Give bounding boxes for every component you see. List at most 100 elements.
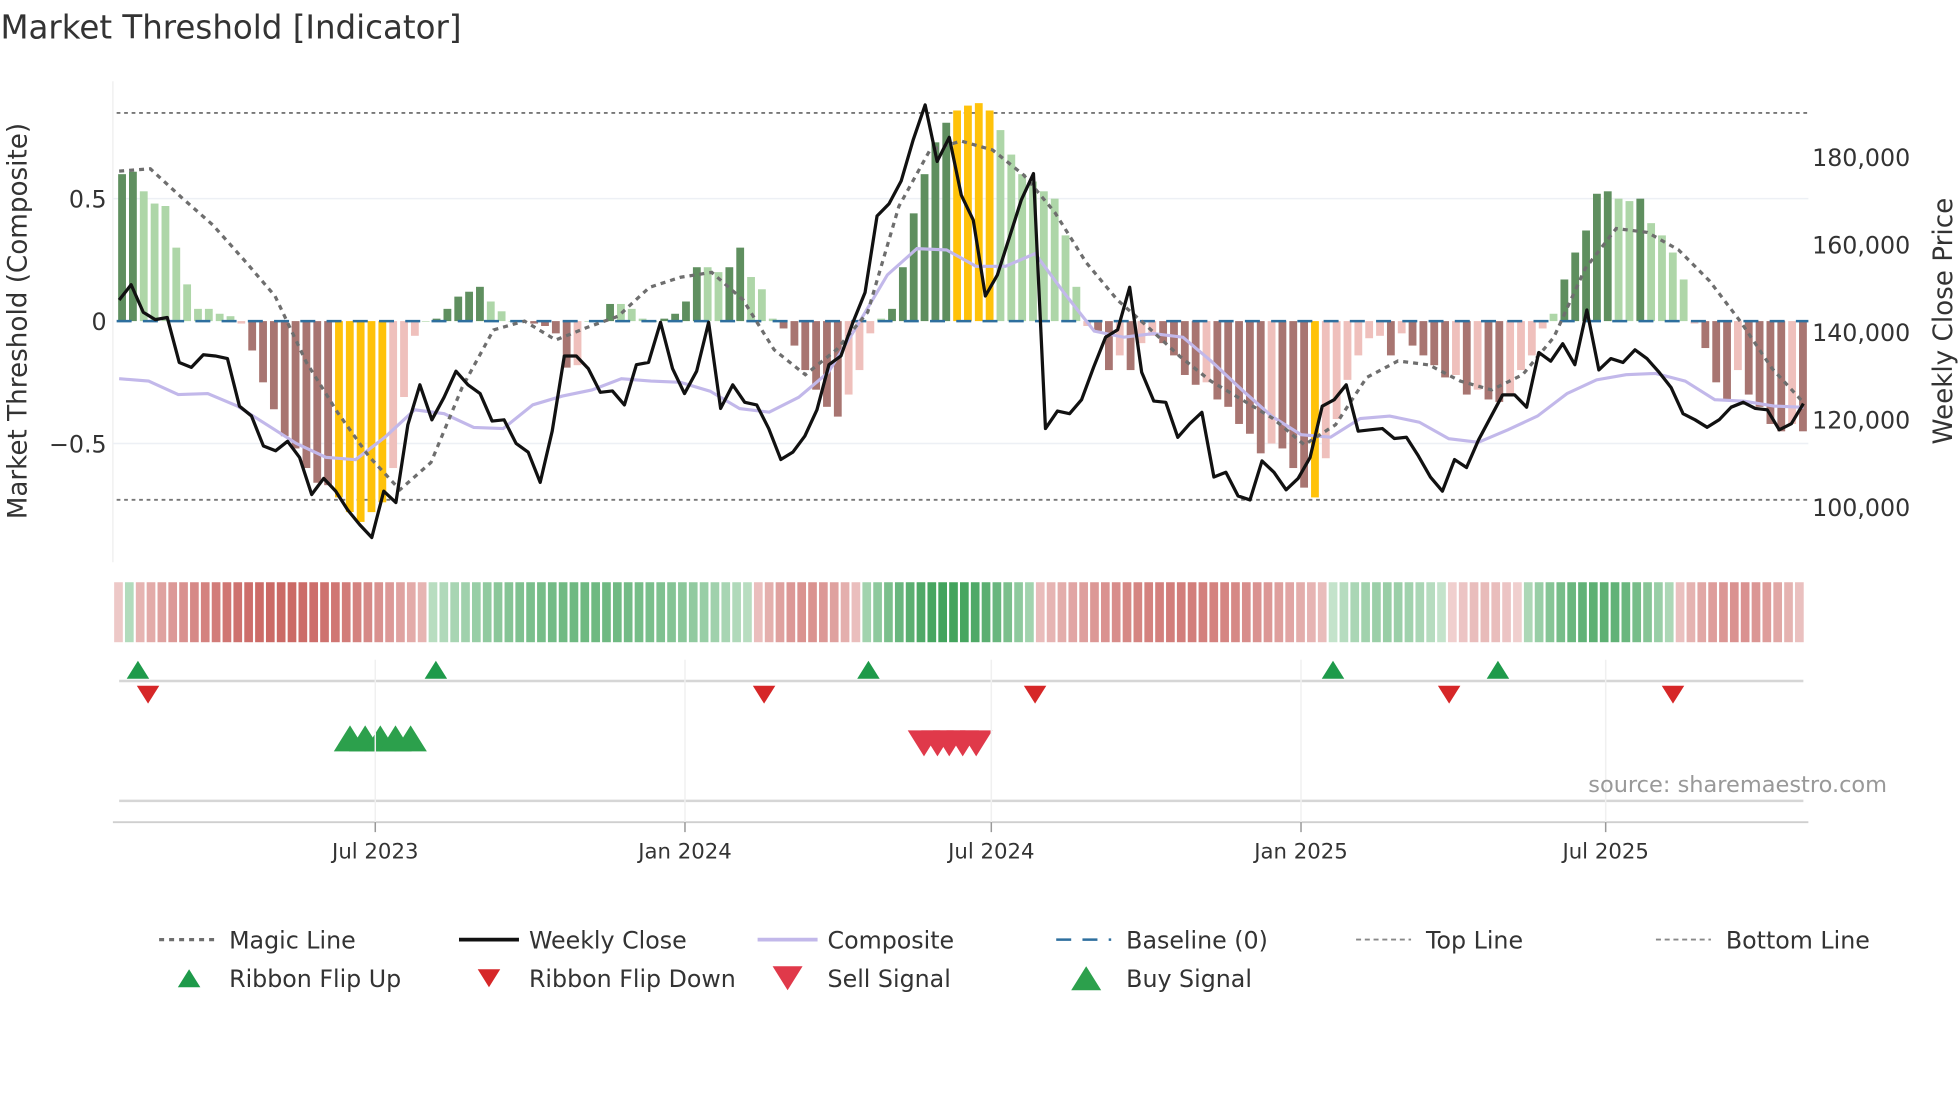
legend-label: Top Line (1425, 926, 1523, 954)
ribbon-cell (1643, 582, 1652, 643)
ribbon-cell (200, 582, 210, 643)
composite-bar (367, 321, 376, 513)
ribbon-cell (1491, 582, 1501, 643)
ribbon-cell (992, 582, 1002, 643)
ribbon-cell (320, 582, 329, 643)
composite-bar (356, 321, 365, 522)
ribbon-cell (656, 582, 666, 643)
composite-bar (139, 191, 148, 322)
composite-bar (1256, 321, 1265, 454)
composite-bar (660, 318, 669, 322)
right-tick-label: 120,000 (1812, 407, 1910, 435)
composite-bar (1267, 321, 1276, 444)
composite-bar (1289, 321, 1298, 469)
ribbon-cell (363, 582, 373, 643)
ribbon-cell (428, 582, 438, 643)
ribbon-cell (450, 582, 459, 643)
ribbon-cell (1556, 582, 1566, 643)
composite-bar (551, 321, 560, 334)
composite-bar (1354, 321, 1363, 356)
ribbon-cell (493, 582, 503, 643)
composite-bar (248, 321, 257, 351)
ribbon-cell (472, 582, 481, 643)
ribbon-flip-down-marker (1437, 685, 1461, 704)
ribbon-cell (1079, 582, 1088, 643)
composite-bar (1658, 235, 1666, 322)
ribbon-cell (602, 582, 611, 643)
composite-bar (497, 311, 506, 322)
ribbon-cell (352, 582, 362, 643)
composite-bar (172, 247, 181, 322)
ribbon-cell (1675, 582, 1685, 643)
composite-bar (465, 291, 473, 322)
ribbon-cell (1198, 582, 1208, 643)
composite-bar (1733, 321, 1742, 371)
composite-bar (1408, 321, 1417, 346)
ribbon-cell (873, 582, 882, 643)
ribbon-cell (124, 582, 134, 643)
ribbon-cell (1458, 582, 1468, 643)
x-tick-label: Jul 2023 (330, 839, 418, 864)
ribbon-cell (331, 582, 340, 643)
ribbon-cell (265, 582, 275, 643)
composite-bar (204, 308, 213, 322)
ribbon-cell (309, 582, 319, 643)
ribbon-cell (851, 582, 861, 643)
composite-bar (801, 321, 810, 371)
ribbon-cell (244, 582, 253, 643)
ribbon-cell (1610, 582, 1620, 643)
left-tick-label: 0 (92, 308, 107, 336)
ribbon-cell (1784, 582, 1793, 643)
composite-bar (1441, 321, 1449, 378)
ribbon-cell (1534, 582, 1544, 643)
ribbon-cell (753, 582, 763, 643)
ribbon-cell (1057, 582, 1067, 643)
ribbon-cell (938, 582, 947, 643)
ribbon-cell (1209, 582, 1219, 643)
ribbon-cell (537, 582, 546, 643)
composite-bar (1549, 313, 1558, 322)
ribbon-cell (1339, 582, 1349, 643)
composite-bar (1365, 321, 1374, 339)
ribbon-cell (211, 582, 221, 643)
ribbon-cell (157, 582, 167, 643)
ribbon-cell (385, 582, 394, 643)
x-tick-label: Jul 2025 (1560, 839, 1648, 864)
composite-bar (1180, 321, 1189, 375)
ribbon-cell (1578, 582, 1587, 643)
composite-bar (389, 321, 398, 469)
ribbon-cell (1166, 582, 1175, 643)
composite-bar (194, 308, 202, 322)
ribbon-cell (298, 582, 308, 643)
composite-bar (237, 321, 246, 324)
ribbon-cell (732, 582, 741, 643)
ribbon-cell (1762, 582, 1772, 643)
ribbon-cell (1751, 582, 1761, 643)
ribbon-cell (547, 582, 557, 643)
right-tick-label: 140,000 (1812, 319, 1910, 347)
sell-signal-legend-icon (772, 966, 803, 991)
signal-markers (126, 660, 1685, 757)
ribbon-cell (981, 582, 991, 643)
ribbon-cell (1599, 582, 1609, 643)
composite-bar (725, 267, 734, 322)
composite-bar (1094, 321, 1102, 331)
composite-bar (269, 321, 278, 410)
composite-bar (345, 321, 354, 513)
composite-bar (1799, 321, 1807, 432)
ribbon-cell (916, 582, 926, 643)
legend-label: Ribbon Flip Up (229, 965, 401, 993)
ribbon-cell (1003, 582, 1013, 643)
ribbon-cell (1686, 582, 1696, 643)
composite-bar (1419, 321, 1428, 356)
ribbon-cell (1328, 582, 1338, 643)
composite-bar (1343, 321, 1352, 380)
ribbon-cell (1513, 582, 1522, 643)
composite-bar (443, 308, 452, 322)
composite-bar (1603, 191, 1612, 322)
composite-bar (486, 301, 495, 322)
composite-bar (161, 206, 170, 322)
ribbon-flip-up-marker (857, 660, 880, 679)
ribbon-cell (1697, 582, 1707, 643)
legend: Magic Line Weekly Close Composite Baseline … (159, 926, 1870, 993)
